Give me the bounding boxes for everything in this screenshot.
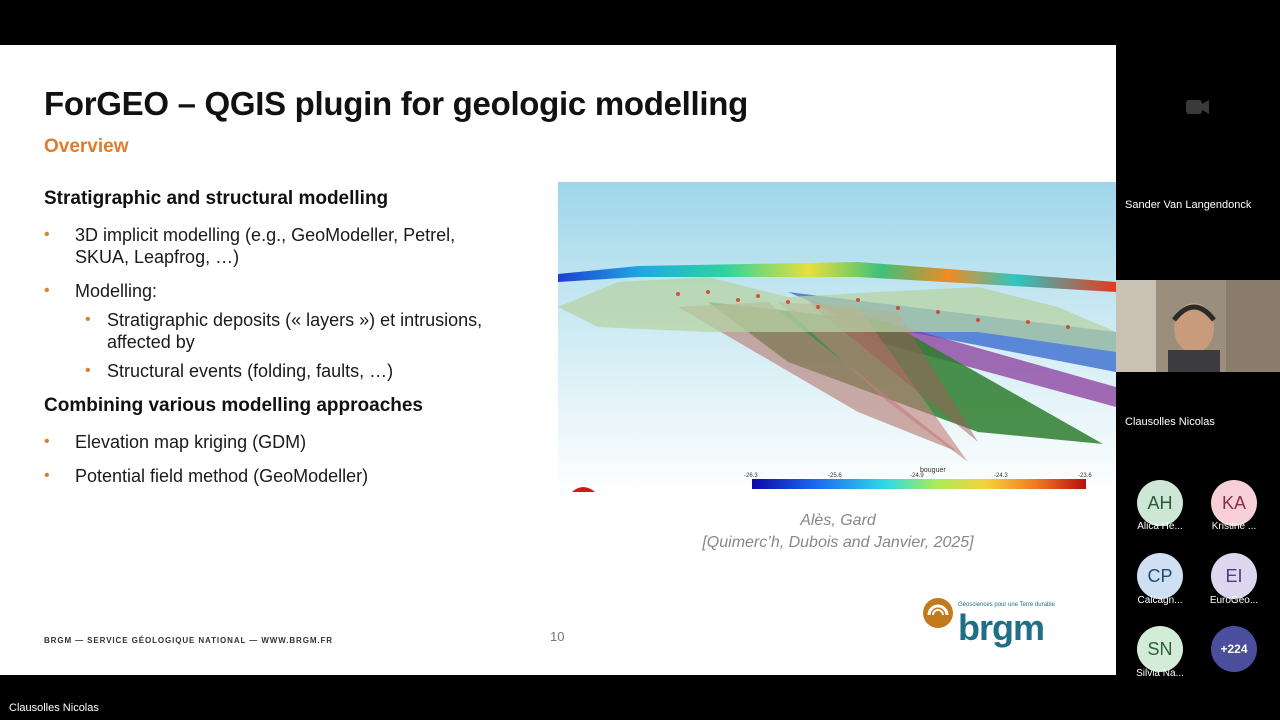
avatar-initials: AH [1147, 492, 1173, 513]
bullet-potential-field: • Potential field method (GeoModeller) [44, 465, 369, 487]
bullet-dot: • [85, 362, 91, 379]
colorbar-tick: -24.3 [994, 473, 1008, 479]
participants-panel: Sander Van Langendonck Clausolles Nicola… [1116, 0, 1280, 679]
sub-bullet-structural-events: • Structural events (folding, faults, …) [85, 360, 394, 382]
participant-avatar-name: Silvia Na... [1136, 668, 1184, 679]
figure-caption: Alès, Gard [Quimerc’h, Dubois and Janvie… [560, 510, 1116, 554]
colorbar-tick: -24.9 [910, 473, 924, 479]
colorbar [752, 479, 1086, 489]
avatar-initials: SN [1147, 638, 1173, 659]
bullet-dot: • [44, 282, 50, 299]
geologic-model-render: bouguer -26.3 -25.6 -24.9 -24.3 -23.6 [558, 182, 1116, 494]
colorbar-label: bouguer [920, 467, 946, 474]
brgm-logo-icon [923, 598, 953, 628]
participant-name-top[interactable]: Sander Van Langendonck [1125, 199, 1251, 211]
bullet-text: 3D implicit modelling (e.g., GeoModeller… [75, 225, 456, 245]
more-participants-button[interactable]: +224 [1211, 626, 1257, 672]
colorbar-tick: -26.3 [744, 473, 758, 479]
colorbar-tick: -25.6 [828, 473, 842, 479]
bullet-dot: • [44, 226, 50, 243]
slide-subtitle: Overview [44, 136, 129, 157]
presenter-name: Clausolles Nicolas [9, 702, 99, 714]
geologic-model-image: bouguer -26.3 -25.6 -24.9 -24.3 -23.6 [558, 182, 1116, 494]
shared-slide: ForGEO – QGIS plugin for geologic modell… [0, 45, 1116, 675]
participant-name-video[interactable]: Clausolles Nicolas [1125, 416, 1215, 428]
participant-avatar-name: Alica He... [1137, 521, 1183, 532]
bullet-dot: • [85, 311, 91, 328]
bullet-kriging: • Elevation map kriging (GDM) [44, 431, 307, 453]
bullet-dot: • [44, 467, 50, 484]
participant-video-tile[interactable] [1116, 280, 1280, 372]
participant-avatar[interactable]: EI [1211, 553, 1257, 599]
participant-video [1116, 280, 1280, 372]
participant-avatar-name: Calcagn... [1137, 595, 1183, 606]
bullet-text: Potential field method (GeoModeller) [75, 466, 369, 486]
participant-avatar[interactable]: SN [1137, 626, 1183, 672]
slide-footer: BRGM — SERVICE GÉOLOGIQUE NATIONAL — WWW… [44, 636, 333, 645]
avatar-initials: EI [1225, 565, 1243, 586]
participant-avatar[interactable]: KA [1211, 480, 1257, 526]
bullet-dot: • [44, 433, 50, 450]
bullet-text: Structural events (folding, faults, …) [107, 361, 394, 381]
colorbar-tick: -23.6 [1078, 473, 1092, 479]
avatar-initials: KA [1221, 492, 1246, 513]
bullet-implicit-modelling: • 3D implicit modelling (e.g., GeoModell… [44, 224, 456, 268]
participant-avatar[interactable]: AH [1137, 480, 1183, 526]
bullet-text: affected by [107, 332, 195, 352]
camera-off-icon [1186, 100, 1209, 114]
participant-avatar[interactable]: CP [1137, 553, 1183, 599]
bullet-text: Stratigraphic deposits (« layers ») et i… [107, 310, 483, 330]
section-heading-combining: Combining various modelling approaches [44, 395, 423, 416]
more-participants-count: +224 [1220, 642, 1248, 656]
participant-avatar-name: EuroGeo... [1209, 595, 1259, 606]
brgm-logo: Géosciences pour une Terre durable brgm [920, 593, 1080, 653]
section-heading-stratigraphic: Stratigraphic and structural modelling [44, 188, 389, 209]
slide-page-number: 10 [550, 629, 565, 644]
bullet-text: Modelling: [75, 281, 158, 301]
caption-location: Alès, Gard [800, 512, 876, 529]
bullet-text: SKUA, Leapfrog, …) [75, 247, 240, 267]
brgm-wordmark: brgm [958, 607, 1045, 648]
caption-reference: [Quimerc’h, Dubois and Janvier, 2025] [702, 534, 974, 551]
slide-title: ForGEO – QGIS plugin for geologic modell… [44, 85, 748, 122]
avatar-initials: CP [1147, 565, 1173, 586]
sub-bullet-stratigraphic-deposits: • Stratigraphic deposits (« layers ») et… [85, 309, 483, 353]
bullet-text: Elevation map kriging (GDM) [75, 432, 307, 452]
participant-avatar-name: Kristine ... [1211, 521, 1257, 532]
bullet-modelling: • Modelling: [44, 280, 158, 302]
